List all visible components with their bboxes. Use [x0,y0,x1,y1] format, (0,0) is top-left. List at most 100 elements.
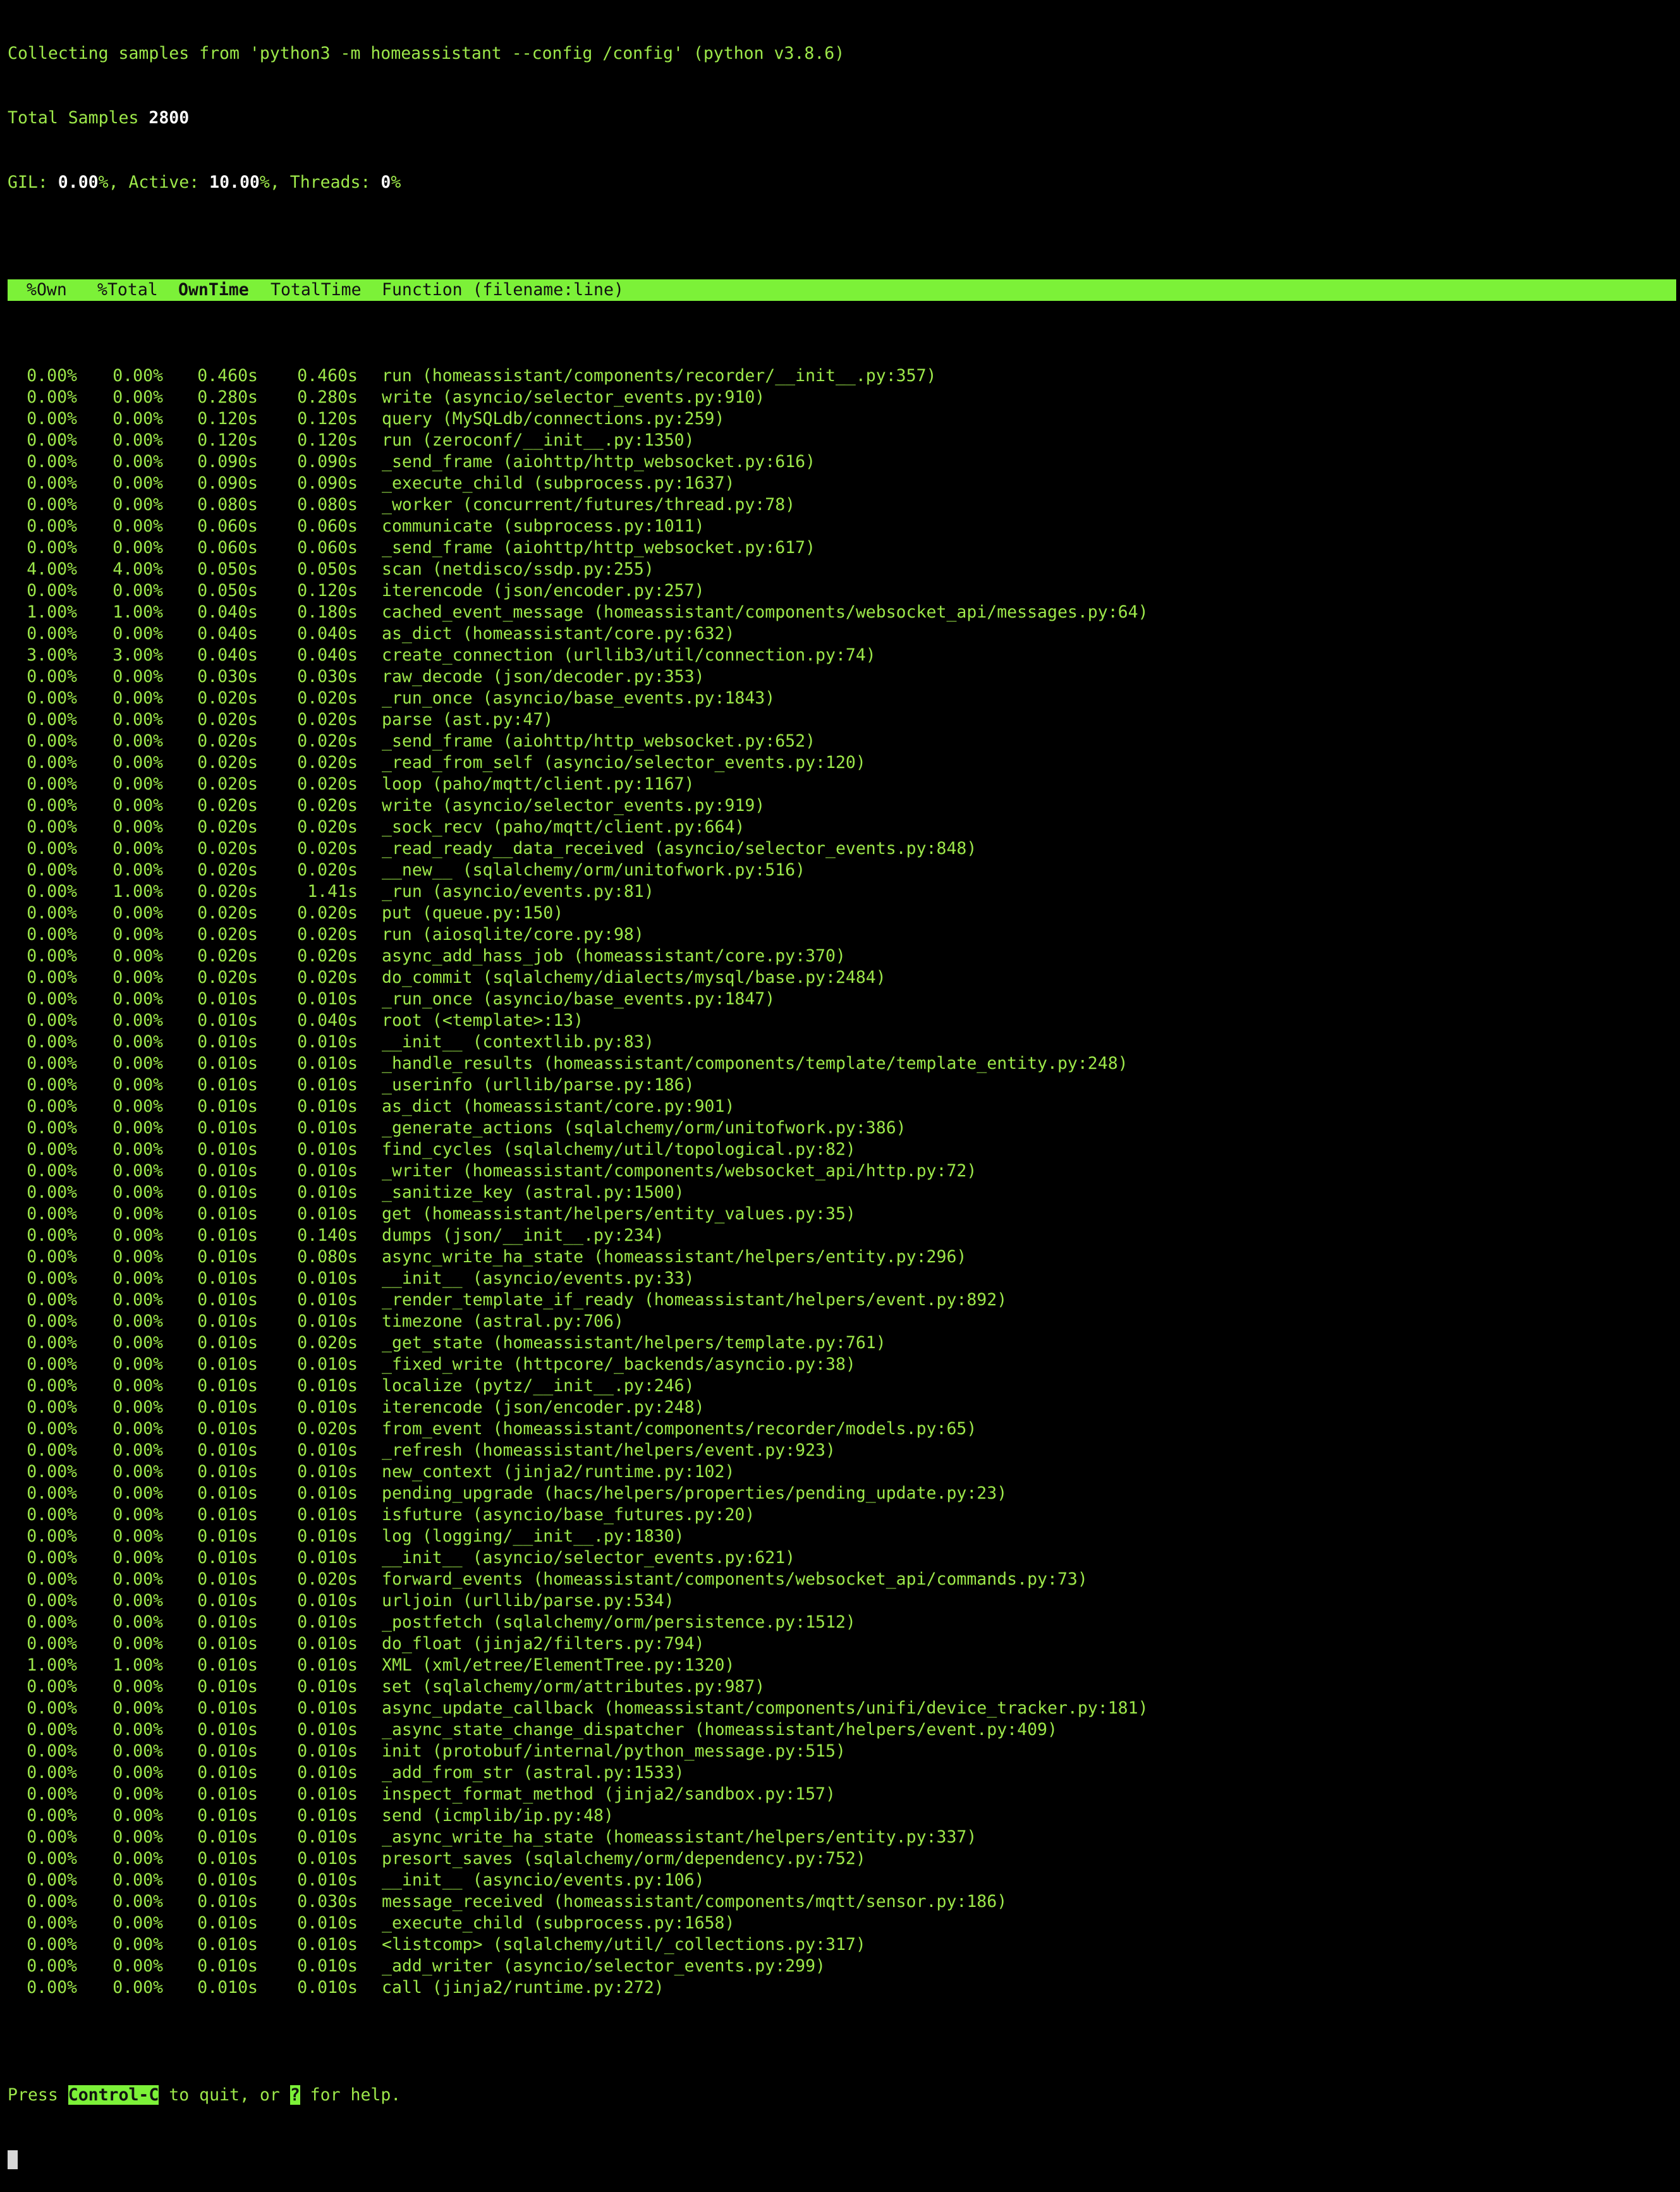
table-row: 0.00% 0.00% 0.010s 0.010s __init__ (asyncio/… [8,1268,1672,1289]
table-row: 0.00% 1.00% 0.020s 1.41s _run (asyncio/event… [8,881,1672,903]
cell-total: 0.00% [113,1397,163,1417]
cell-total: 0.00% [113,516,163,536]
cell-own-time: 0.010s [197,1612,258,1632]
cell-total-time: 0.010s [297,1075,358,1095]
cell-function: set (sqlalchemy/orm/attributes.py:987) [382,1677,765,1696]
cell-total: 0.00% [113,1612,163,1632]
cell-total: 0.00% [113,1548,163,1568]
threads-label: %, Threads: [259,173,381,192]
table-row: 0.00% 0.00% 0.010s 0.010s call (jinja2/runti… [8,1977,1672,1999]
cell-own: 0.00% [27,430,77,450]
column-total-time: TotalTime [271,280,362,300]
cell-function: _sock_recv (paho/mqtt/client.py:664) [382,817,745,837]
cell-own: 0.00% [27,1634,77,1653]
cell-own-time: 0.010s [197,1913,258,1933]
cell-function: message_received (homeassistant/componen… [382,1892,1007,1911]
table-row: 0.00% 0.00% 0.020s 0.020s do_commit (sqlalch… [8,967,1672,989]
table-row: 0.00% 0.00% 0.010s 0.010s localize (pytz/__i… [8,1375,1672,1397]
cell-total-time: 0.120s [297,581,358,600]
cell-total: 1.00% [113,602,163,622]
table-row: 0.00% 0.00% 0.010s 0.020s from_event (homeas… [8,1418,1672,1440]
cell-own: 0.00% [27,1870,77,1890]
cell-total: 0.00% [113,387,163,407]
cell-total-time: 0.040s [297,1011,358,1030]
cell-total-time: 0.010s [297,1720,358,1739]
quit-key-hint[interactable]: Control-C [68,2085,159,2105]
cell-own: 0.00% [27,1720,77,1739]
cell-total: 0.00% [113,1935,163,1954]
table-row: 0.00% 0.00% 0.010s 0.010s find_cycles (sqlal… [8,1139,1672,1160]
cell-total: 0.00% [113,1204,163,1224]
table-row: 0.00% 0.00% 0.010s 0.020s forward_events (ho… [8,1569,1672,1590]
terminal-window[interactable]: Collecting samples from 'python3 -m home… [0,0,1680,2169]
cell-total-time: 0.020s [297,860,358,880]
table-row: 0.00% 0.00% 0.010s 0.020s _get_state (homeas… [8,1332,1672,1354]
cell-own-time: 0.010s [197,1569,258,1589]
cell-function: _read_ready__data_received (asyncio/sele… [382,839,977,858]
cell-function: as_dict (homeassistant/core.py:901) [382,1097,735,1116]
cell-total: 0.00% [113,495,163,515]
table-row: 0.00% 0.00% 0.010s 0.010s _run_once (asyncio… [8,989,1672,1010]
cell-own: 0.00% [27,1204,77,1224]
cell-total-time: 0.010s [297,1935,358,1954]
cell-total-time: 0.460s [297,366,358,386]
table-row: 0.00% 0.00% 0.020s 0.020s _read_ready__data_… [8,838,1672,860]
cell-function: _handle_results (homeassistant/component… [382,1054,1128,1073]
cell-total-time: 0.030s [297,667,358,686]
cell-own-time: 0.010s [197,1312,258,1331]
cell-total-time: 0.010s [297,1462,358,1482]
table-row: 0.00% 0.00% 0.020s 0.020s loop (paho/mqtt/cl… [8,774,1672,795]
cell-own: 0.00% [27,409,77,429]
help-key-hint[interactable]: ? [289,2085,300,2105]
cell-total-time: 0.030s [297,1892,358,1911]
cell-total-time: 0.010s [297,1526,358,1546]
table-row: 0.00% 0.00% 0.010s 0.010s get (homeassistant… [8,1203,1672,1225]
cell-function: iterencode (json/encoder.py:257) [382,581,705,600]
cell-function: new_context (jinja2/runtime.py:102) [382,1462,735,1482]
cell-total: 4.00% [113,559,163,579]
cell-function: find_cycles (sqlalchemy/util/topological… [382,1140,856,1159]
table-row: 0.00% 0.00% 0.010s 0.010s init (protobuf/int… [8,1741,1672,1762]
cell-total: 1.00% [113,882,163,901]
cell-total: 0.00% [113,1483,163,1503]
cell-own: 0.00% [27,1355,77,1374]
cell-function: raw_decode (json/decoder.py:353) [382,667,705,686]
status-line-command: Collecting samples from 'python3 -m home… [8,44,845,63]
cell-own-time: 0.020s [197,753,258,772]
table-row: 0.00% 0.00% 0.030s 0.030s raw_decode (json/d… [8,666,1672,688]
cell-function: _execute_child (subprocess.py:1658) [382,1913,735,1933]
cell-function: create_connection (urllib3/util/connecti… [382,645,876,665]
cell-own: 0.00% [27,1978,77,1997]
cell-own-time: 0.020s [197,796,258,815]
cell-own: 0.00% [27,1483,77,1503]
cell-own: 0.00% [27,731,77,751]
cell-total-time: 0.010s [297,1827,358,1847]
cell-total-time: 0.020s [297,1333,358,1353]
cell-function: cached_event_message (homeassistant/comp… [382,602,1148,622]
gil-value: 0.00 [58,173,99,192]
cell-own-time: 0.010s [197,989,258,1009]
cell-total-time: 0.020s [297,817,358,837]
cell-total-time: 0.010s [297,1591,358,1611]
table-row: 0.00% 0.00% 0.020s 0.020s write (asyncio/sel… [8,795,1672,817]
cell-total: 0.00% [113,1247,163,1267]
cell-own-time: 0.120s [197,409,258,429]
cell-total-time: 0.010s [297,1505,358,1525]
table-row: 0.00% 0.00% 0.020s 0.020s _read_from_self (a… [8,752,1672,774]
cell-function: _execute_child (subprocess.py:1637) [382,473,735,493]
cell-function: isfuture (asyncio/base_futures.py:20) [382,1505,755,1525]
cell-total: 0.00% [113,1269,163,1288]
table-row: 0.00% 0.00% 0.010s 0.010s __init__ (asyncio/… [8,1870,1672,1891]
table-row: 0.00% 0.00% 0.040s 0.040s as_dict (homeassis… [8,623,1672,645]
cell-own: 0.00% [27,1118,77,1138]
cell-total: 0.00% [113,1075,163,1095]
cell-total: 0.00% [113,1591,163,1611]
footer-press: Press [8,2085,68,2105]
cell-own: 0.00% [27,1849,77,1868]
cell-total-time: 0.010s [297,1140,358,1159]
table-row: 0.00% 0.00% 0.120s 0.120s run (zeroconf/__in… [8,430,1672,451]
cell-function: _generate_actions (sqlalchemy/orm/unitof… [382,1118,906,1138]
cell-own-time: 0.010s [197,1376,258,1396]
cell-own: 0.00% [27,1505,77,1525]
cell-total: 0.00% [113,1505,163,1525]
